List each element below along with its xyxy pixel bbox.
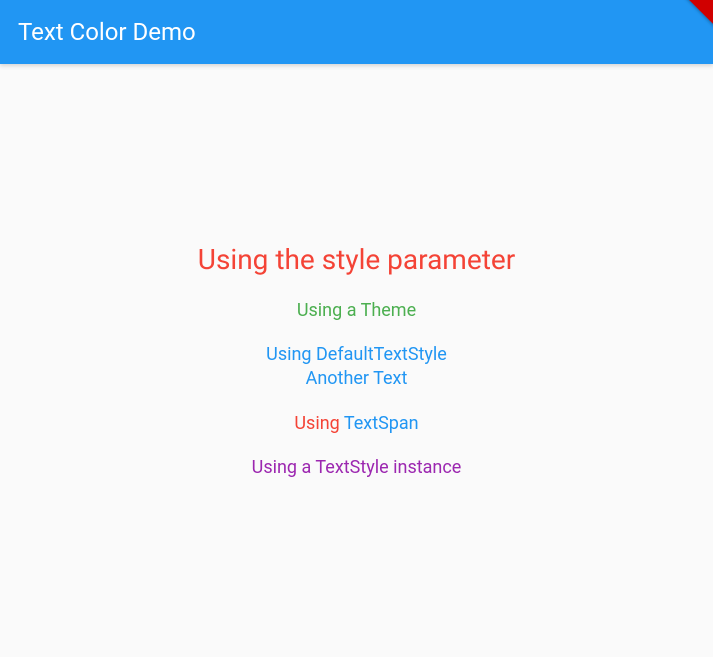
textspan-part2: TextSpan [344, 413, 419, 434]
content-body: Using the style parameter Using a Theme … [0, 64, 713, 657]
text-default-text-style: Using DefaultTextStyle Another Text [266, 343, 447, 392]
text-textstyle-instance: Using a TextStyle instance [252, 456, 462, 480]
text-default-text-style-line1: Using DefaultTextStyle [266, 343, 447, 367]
text-theme: Using a Theme [297, 299, 416, 323]
text-default-text-style-line2: Another Text [266, 367, 447, 391]
text-textspan: Using TextSpan [294, 412, 418, 436]
appbar: Text Color Demo [0, 0, 713, 64]
appbar-title: Text Color Demo [18, 18, 196, 46]
debug-banner-icon [660, 0, 713, 41]
textspan-part1: Using [294, 413, 344, 434]
text-style-parameter: Using the style parameter [198, 241, 515, 279]
